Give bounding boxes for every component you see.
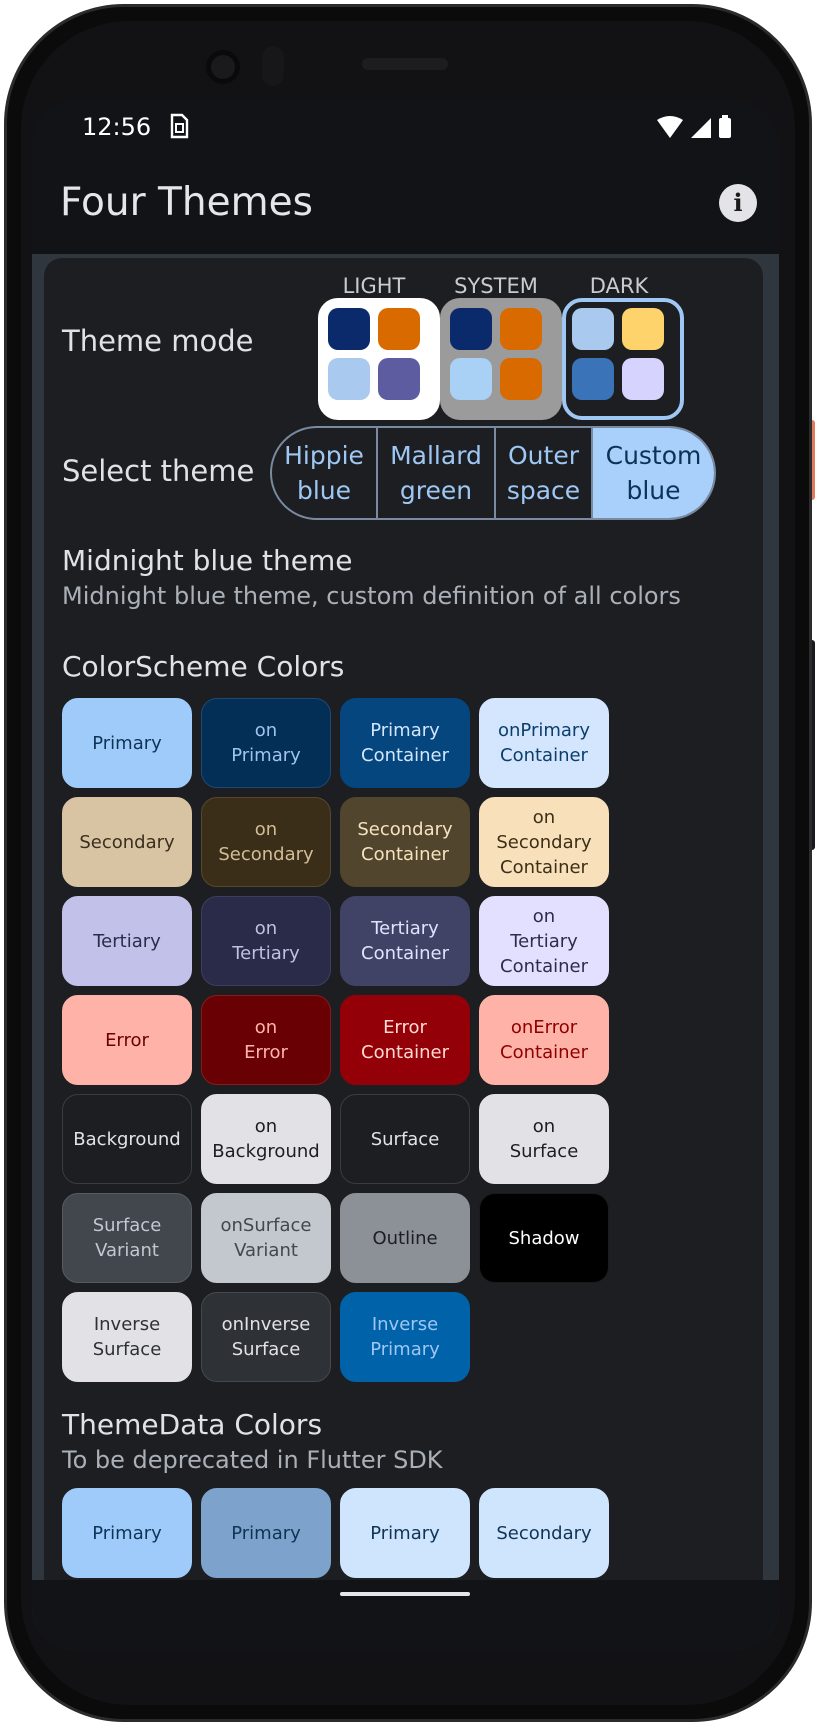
mode-swatch xyxy=(378,358,420,400)
colorscheme-color-tile: Outline xyxy=(340,1193,470,1283)
colorscheme-color-tile: Tertiary xyxy=(62,896,192,986)
colorscheme-color-tile: on Primary xyxy=(201,698,331,788)
colorscheme-color-tile: Shadow xyxy=(479,1193,609,1283)
mode-swatch xyxy=(450,358,492,400)
mode-swatch xyxy=(572,308,614,350)
colorscheme-color-tile: Secondary xyxy=(62,797,192,887)
mode-swatch xyxy=(328,358,370,400)
status-icons xyxy=(655,114,735,146)
colorscheme-color-tile: onInverse Surface xyxy=(201,1292,331,1382)
select-theme-label: Select theme xyxy=(62,454,255,488)
colorscheme-color-tile: Tertiary Container xyxy=(340,896,470,986)
mode-swatch xyxy=(378,308,420,350)
colorscheme-color-tile: on Secondary xyxy=(201,797,331,887)
theme-option-hippie-blue[interactable]: Hippie blue xyxy=(272,428,378,518)
themedata-subtitle: To be deprecated in Flutter SDK xyxy=(62,1446,443,1474)
themedata-color-tile: Secondary xyxy=(479,1488,609,1578)
theme-mode-dark[interactable] xyxy=(562,298,684,420)
colorscheme-color-tile: on Background xyxy=(201,1094,331,1184)
colorscheme-color-tile: Error xyxy=(62,995,192,1085)
colorscheme-color-tile: Error Container xyxy=(340,995,470,1085)
colorscheme-color-tile: on Tertiary xyxy=(201,896,331,986)
themedata-color-tile: Primary xyxy=(62,1488,192,1578)
colorscheme-color-tile: on Tertiary Container xyxy=(479,896,609,986)
theme-selector: Hippie blue Mallard green Outer space Custo… xyxy=(270,426,716,520)
colorscheme-color-tile: Surface Variant xyxy=(62,1193,192,1283)
mode-label-dark: DARK xyxy=(589,274,649,298)
mode-swatch xyxy=(622,308,664,350)
mode-label-system: SYSTEM xyxy=(454,274,538,298)
system-nav-bar xyxy=(32,1580,779,1650)
colorscheme-color-tile: Primary Container xyxy=(340,698,470,788)
colorscheme-color-tile: onPrimary Container xyxy=(479,698,609,788)
mode-label-light: LIGHT xyxy=(342,274,406,298)
colorscheme-color-tile: Secondary Container xyxy=(340,797,470,887)
mode-swatch xyxy=(450,308,492,350)
mode-swatch xyxy=(572,358,614,400)
theme-option-outer-space[interactable]: Outer space xyxy=(496,428,593,518)
wifi-signal-battery-icon xyxy=(657,115,731,138)
mode-swatch xyxy=(328,308,370,350)
theme-mode-system[interactable] xyxy=(440,298,562,420)
mode-swatch xyxy=(622,358,664,400)
themedata-color-tile: Primary xyxy=(201,1488,331,1578)
colorscheme-color-tile: on Surface xyxy=(479,1094,609,1184)
theme-option-mallard-green[interactable]: Mallard green xyxy=(378,428,496,518)
sensor xyxy=(262,46,284,86)
screen: 12:56 Four Themes i Theme mode LIGHT SYS… xyxy=(32,100,779,1650)
colorscheme-color-tile: onSurface Variant xyxy=(201,1193,331,1283)
content-scroll[interactable]: Theme mode LIGHT SYSTEM DARK Select them… xyxy=(32,254,779,1650)
theme-name: Midnight blue theme xyxy=(62,544,353,577)
theme-description: Midnight blue theme, custom definition o… xyxy=(62,582,681,610)
front-camera xyxy=(206,50,240,84)
colorscheme-color-tile: on Error xyxy=(201,995,331,1085)
themedata-color-tile: Primary xyxy=(340,1488,470,1578)
colorscheme-title: ColorScheme Colors xyxy=(62,650,345,683)
colorscheme-color-tile: on Secondary Container xyxy=(479,797,609,887)
theme-mode-label: Theme mode xyxy=(62,324,254,358)
info-icon[interactable]: i xyxy=(719,184,757,222)
settings-card: Theme mode LIGHT SYSTEM DARK Select them… xyxy=(44,258,763,1650)
status-bar: 12:56 xyxy=(32,100,779,158)
colorscheme-color-tile: Primary xyxy=(62,698,192,788)
theme-mode-light[interactable] xyxy=(318,298,440,420)
earpiece-speaker xyxy=(362,58,448,70)
page-title: Four Themes xyxy=(60,180,313,225)
app-bar: Four Themes i xyxy=(32,158,779,254)
status-time: 12:56 xyxy=(82,113,152,141)
phone-frame: 12:56 Four Themes i Theme mode LIGHT SYS… xyxy=(0,0,815,1727)
mode-swatch xyxy=(500,358,542,400)
colorscheme-color-tile: Inverse Primary xyxy=(340,1292,470,1382)
mode-swatch xyxy=(500,308,542,350)
colorscheme-color-tile: onError Container xyxy=(479,995,609,1085)
home-indicator[interactable] xyxy=(340,1592,470,1596)
themedata-title: ThemeData Colors xyxy=(62,1408,323,1441)
colorscheme-color-tile: Surface xyxy=(340,1094,470,1184)
sim-icon xyxy=(168,113,190,143)
colorscheme-color-tile: Inverse Surface xyxy=(62,1292,192,1382)
colorscheme-color-tile: Background xyxy=(62,1094,192,1184)
theme-option-custom-blue[interactable]: Custom blue xyxy=(593,428,714,518)
